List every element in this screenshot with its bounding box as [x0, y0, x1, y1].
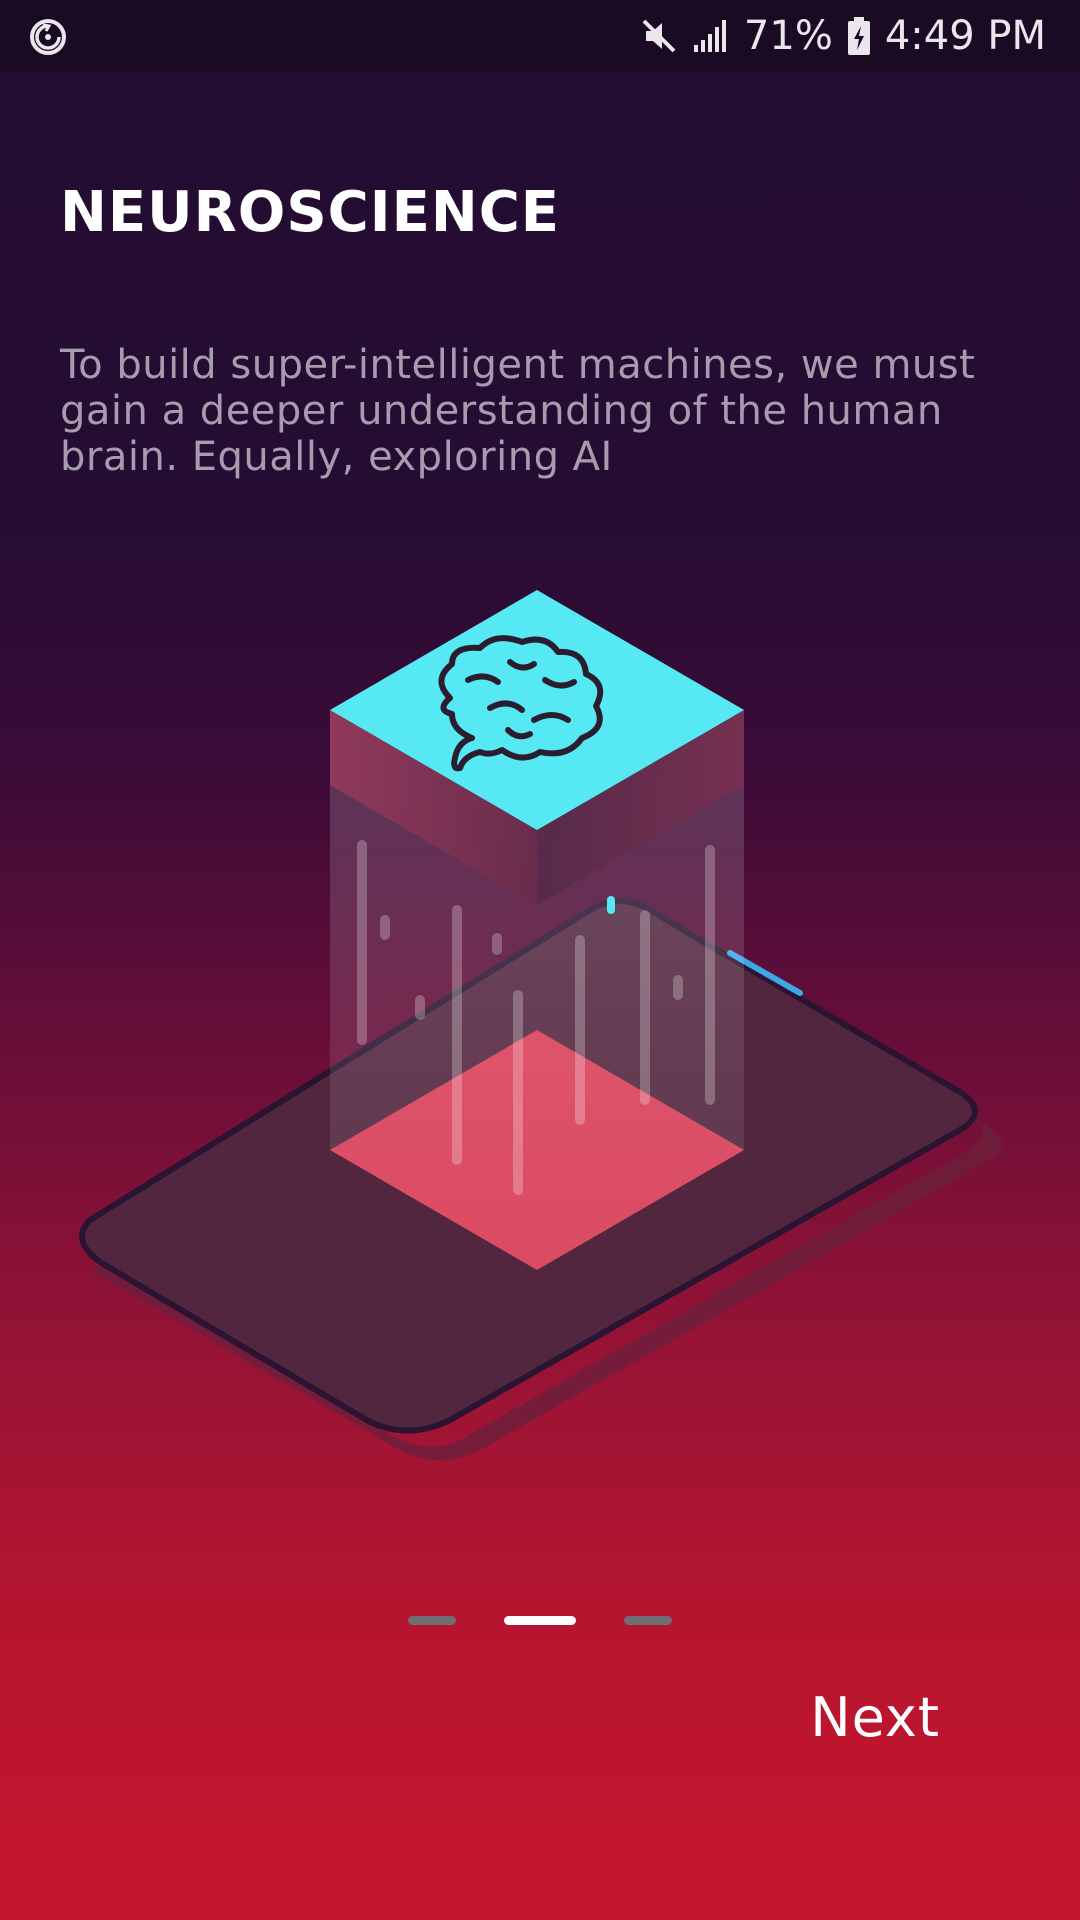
sync-icon: [28, 17, 68, 57]
clock-time: 4:49 PM: [884, 13, 1046, 59]
page-indicator-dot-1[interactable]: [408, 1616, 456, 1625]
page-title: NEUROSCIENCE: [60, 180, 561, 245]
brain-phone-illustration: [60, 580, 1020, 1480]
next-button[interactable]: Next: [790, 1676, 960, 1759]
battery-percent: 71%: [743, 13, 833, 59]
status-bar: 71% 4:49 PM: [0, 0, 1080, 72]
page-description: To build super-intelligent machines, we …: [60, 342, 976, 480]
signal-icon: [692, 18, 730, 54]
page-indicator-dot-2-active[interactable]: [504, 1616, 576, 1625]
battery-charging-icon: [847, 16, 871, 56]
page-indicator-dot-3[interactable]: [624, 1616, 672, 1625]
page-indicator: [0, 1616, 1080, 1625]
status-right-group: 71% 4:49 PM: [640, 0, 1046, 72]
mute-icon: [640, 17, 678, 55]
